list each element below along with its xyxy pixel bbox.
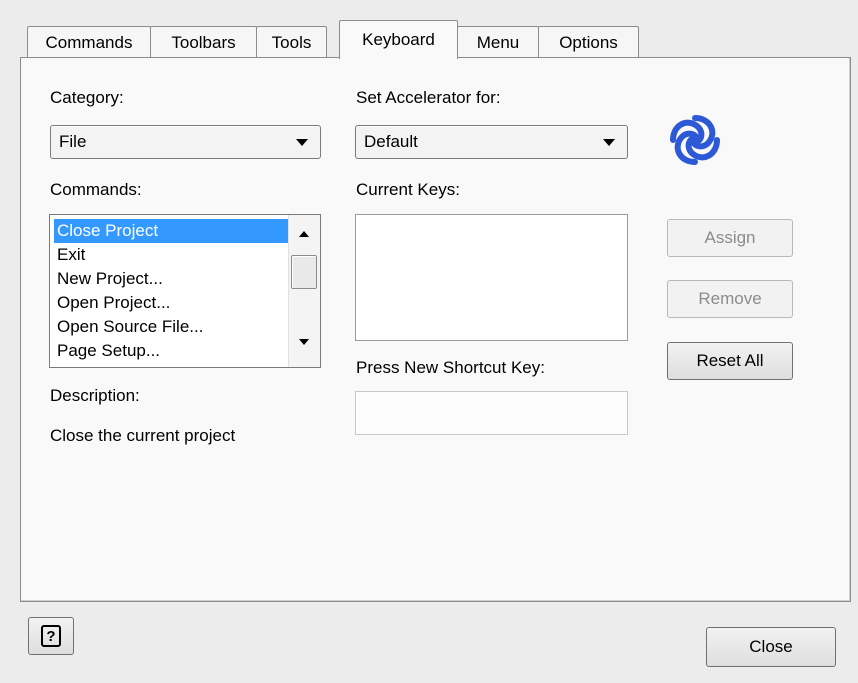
list-item[interactable]: Open Source File...: [54, 315, 288, 339]
category-combo[interactable]: File: [50, 125, 321, 159]
accelerator-combo[interactable]: Default: [355, 125, 628, 159]
accelerator-value: Default: [364, 132, 418, 151]
commands-scrollbar[interactable]: [288, 215, 320, 367]
help-button[interactable]: ?: [28, 617, 74, 655]
customize-dialog: Commands Toolbars Tools Keyboard Menu Op…: [0, 0, 858, 683]
list-item[interactable]: New Project...: [54, 267, 288, 291]
new-shortcut-input[interactable]: [355, 391, 628, 435]
remove-button[interactable]: Remove: [667, 280, 793, 318]
list-item[interactable]: Exit: [54, 243, 288, 267]
tab-menu[interactable]: Menu: [457, 26, 539, 58]
list-item[interactable]: Close Project: [54, 219, 288, 243]
category-value: File: [59, 132, 87, 151]
chevron-down-icon: [603, 139, 615, 146]
accelerator-label: Set Accelerator for:: [356, 88, 501, 107]
scroll-up-arrow-icon[interactable]: [299, 231, 309, 237]
description-text: Close the current project: [50, 426, 236, 445]
scroll-down-arrow-icon[interactable]: [299, 339, 309, 345]
reset-all-button[interactable]: Reset All: [667, 342, 793, 380]
tab-keyboard[interactable]: Keyboard: [339, 20, 458, 59]
new-shortcut-label: Press New Shortcut Key:: [356, 358, 545, 377]
current-keys-label: Current Keys:: [356, 180, 460, 199]
tab-commands[interactable]: Commands: [27, 26, 151, 58]
commands-label: Commands:: [50, 180, 142, 199]
chevron-down-icon: [296, 139, 308, 146]
close-button[interactable]: Close: [706, 627, 836, 667]
eclipse-swirl-icon: [670, 115, 720, 165]
description-label: Description:: [50, 386, 140, 405]
tab-options[interactable]: Options: [538, 26, 639, 58]
tab-tools[interactable]: Tools: [256, 26, 327, 58]
list-item[interactable]: Page Setup...: [54, 339, 288, 363]
tab-toolbars[interactable]: Toolbars: [150, 26, 257, 58]
tab-strip: Commands Toolbars Tools Keyboard Menu Op…: [27, 20, 847, 59]
commands-list: Close Project Exit New Project... Open P…: [54, 219, 288, 363]
commands-listbox[interactable]: Close Project Exit New Project... Open P…: [49, 214, 321, 368]
category-label: Category:: [50, 88, 124, 107]
assign-button[interactable]: Assign: [667, 219, 793, 257]
current-keys-listbox[interactable]: [355, 214, 628, 341]
list-item[interactable]: Open Project...: [54, 291, 288, 315]
help-question-icon: ?: [41, 625, 61, 647]
scroll-thumb[interactable]: [291, 255, 317, 289]
